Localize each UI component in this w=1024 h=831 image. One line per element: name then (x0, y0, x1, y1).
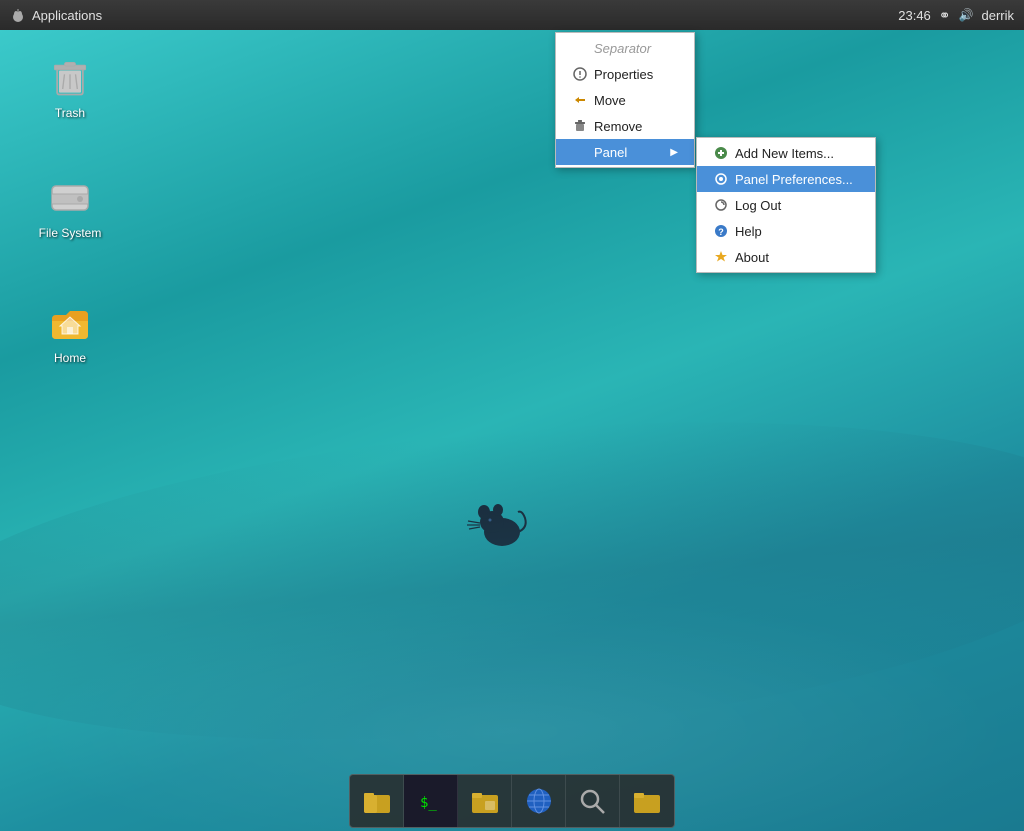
bottom-taskbar: $_ (0, 771, 1024, 831)
panel-label: Panel (594, 145, 627, 160)
about-label: About (735, 250, 769, 265)
panel-chevron-icon: ▶ (670, 147, 678, 158)
add-new-items-label: Add New Items... (735, 146, 834, 161)
volume-icon[interactable]: 🔊 (959, 8, 974, 22)
context-menu: Separator Properties Move Remove Panel (555, 32, 695, 168)
properties-label: Properties (594, 67, 653, 82)
panel-submenu: Add New Items... Panel Preferences... Lo… (696, 137, 876, 273)
move-icon (572, 92, 588, 108)
help-icon: ? (713, 223, 729, 239)
submenu-item-panel-preferences[interactable]: Panel Preferences... (697, 166, 875, 192)
add-new-items-icon (713, 145, 729, 161)
home-label: Home (54, 351, 86, 365)
trash-icon-image (46, 54, 94, 102)
home-icon (48, 301, 92, 345)
menu-item-separator-label: Separator (594, 41, 651, 56)
menu-item-move[interactable]: Move (556, 87, 694, 113)
trash-icon (48, 56, 92, 100)
taskbar-item-files2[interactable] (620, 775, 674, 827)
desktop-icon-home[interactable]: Home (30, 295, 110, 369)
log-out-icon (713, 197, 729, 213)
filesystem-label: File System (39, 226, 102, 240)
svg-text:$_: $_ (420, 795, 437, 811)
log-out-label: Log Out (735, 198, 781, 213)
desktop: Applications 23:46 ⚭ 🔊 derrik (0, 0, 1024, 831)
properties-icon (572, 66, 588, 82)
filesystem-icon-image (46, 174, 94, 222)
trash-label: Trash (55, 106, 85, 120)
mouse-mascot-svg (460, 490, 540, 560)
user-label[interactable]: derrik (981, 8, 1014, 23)
panel-preferences-label: Panel Preferences... (735, 172, 853, 187)
move-label: Move (594, 93, 626, 108)
desktop-icon-filesystem[interactable]: File System (30, 170, 110, 244)
panel-preferences-icon (713, 171, 729, 187)
menu-item-separator[interactable]: Separator (556, 35, 694, 61)
taskbar-items-container: $_ (349, 774, 675, 828)
menu-item-remove[interactable]: Remove (556, 113, 694, 139)
top-panel: Applications 23:46 ⚭ 🔊 derrik (0, 0, 1024, 30)
svg-text:?: ? (718, 227, 724, 237)
taskbar-item-terminal[interactable]: $_ (404, 775, 458, 827)
about-icon (713, 249, 729, 265)
menu-item-properties[interactable]: Properties (556, 61, 694, 87)
panel-icon (572, 144, 588, 160)
submenu-item-log-out[interactable]: Log Out (697, 192, 875, 218)
desktop-icon-trash[interactable]: Trash (30, 50, 110, 124)
panel-right: 23:46 ⚭ 🔊 derrik (888, 7, 1024, 24)
app-menu-icon (10, 7, 26, 23)
submenu-item-about[interactable]: About (697, 244, 875, 270)
remove-icon (572, 118, 588, 134)
filesystem-icon (48, 176, 92, 220)
help-label: Help (735, 224, 762, 239)
mouse-mascot (460, 490, 540, 560)
app-menu-label: Applications (32, 8, 102, 23)
taskbar-item-files[interactable] (350, 775, 404, 827)
taskbar-item-search[interactable] (566, 775, 620, 827)
app-menu[interactable]: Applications (0, 0, 112, 30)
bluetooth-icon[interactable]: ⚭ (939, 7, 951, 24)
remove-label: Remove (594, 119, 642, 134)
submenu-item-help[interactable]: ? Help (697, 218, 875, 244)
taskbar-item-filemanager[interactable] (458, 775, 512, 827)
menu-item-panel[interactable]: Panel ▶ Add New Items... Panel Preferenc… (556, 139, 694, 165)
panel-clock: 23:46 (898, 8, 931, 23)
separator-icon (572, 40, 588, 56)
submenu-item-add-new-items[interactable]: Add New Items... (697, 140, 875, 166)
home-icon-image (46, 299, 94, 347)
taskbar-item-browser[interactable] (512, 775, 566, 827)
